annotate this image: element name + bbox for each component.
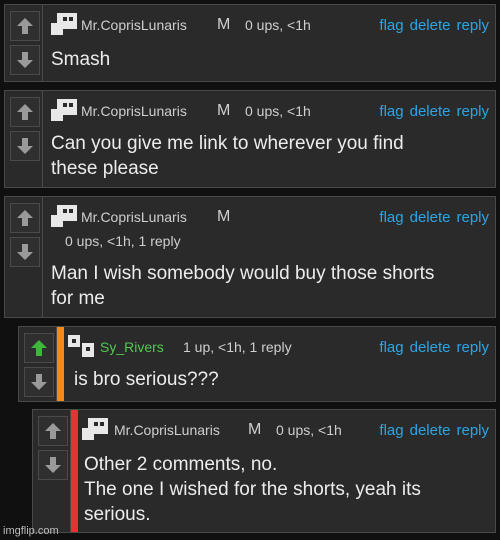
comment-body: Mr.CoprisLunaris M 0 ups, <1h flag delete… (43, 5, 495, 81)
comment: Mr.CoprisLunaris M 0 ups, <1h, 1 reply f… (4, 196, 496, 318)
delete-link[interactable]: delete (410, 17, 451, 34)
comment: Mr.CoprisLunaris M 0 ups, <1h flag delete… (4, 4, 496, 82)
upvote-button[interactable] (38, 416, 68, 446)
mod-badge: M (248, 421, 262, 438)
upvote-button[interactable] (10, 11, 40, 41)
delete-link[interactable]: delete (410, 422, 451, 439)
comment-meta: 0 ups, <1h (245, 103, 311, 119)
username-link[interactable]: Mr.CoprisLunaris (114, 422, 220, 438)
comment-reply: Mr.CoprisLunaris M 0 ups, <1h flag delete… (32, 409, 496, 533)
downvote-button[interactable] (10, 131, 40, 161)
watermark: imgflip.com (3, 525, 59, 537)
reply-link[interactable]: reply (456, 103, 489, 120)
pixel-avatar-icon[interactable] (51, 13, 77, 35)
comment-actions: flag delete reply (373, 103, 489, 120)
arrow-down-icon (17, 52, 33, 68)
comment: Mr.CoprisLunaris M 0 ups, <1h flag delete… (4, 90, 496, 188)
mod-badge: M (217, 208, 231, 225)
reply-link[interactable]: reply (456, 422, 489, 439)
arrow-down-icon (45, 457, 61, 473)
upvote-button[interactable] (24, 333, 54, 363)
delete-link[interactable]: delete (410, 339, 451, 356)
username-link[interactable]: Mr.CoprisLunaris (81, 17, 187, 33)
comment-text: Man I wish somebody would buy those shor… (51, 263, 435, 309)
comment-body: Mr.CoprisLunaris M 0 ups, <1h flag delete… (43, 91, 495, 187)
comment-body: Sy_Rivers 1 up, <1h, 1 reply flag delete r… (64, 327, 495, 401)
downvote-button[interactable] (38, 450, 68, 480)
vote-column (5, 5, 43, 81)
comment-body: Mr.CoprisLunaris M 0 ups, <1h flag delete… (78, 410, 495, 532)
arrow-up-icon (17, 210, 33, 226)
upvote-button[interactable] (10, 203, 40, 233)
flag-link[interactable]: flag (379, 209, 403, 226)
reply-link[interactable]: reply (456, 339, 489, 356)
username-link[interactable]: Mr.CoprisLunaris (81, 103, 187, 119)
comment-text: is bro serious??? (74, 369, 219, 390)
arrow-down-icon (17, 138, 33, 154)
downvote-button[interactable] (24, 367, 54, 397)
reply-link[interactable]: reply (456, 209, 489, 226)
arrow-up-icon (17, 18, 33, 34)
username-link[interactable]: Sy_Rivers (100, 339, 164, 355)
comment-text: Other 2 comments, no. The one I wished f… (84, 454, 421, 525)
comment-actions: flag delete reply (373, 209, 489, 226)
flag-link[interactable]: flag (379, 422, 403, 439)
flag-link[interactable]: flag (379, 103, 403, 120)
flag-link[interactable]: flag (379, 17, 403, 34)
comment-actions: flag delete reply (373, 17, 489, 34)
pixel-avatar-icon[interactable] (68, 335, 94, 357)
reply-link[interactable]: reply (456, 17, 489, 34)
pixel-avatar-icon[interactable] (51, 205, 77, 227)
delete-link[interactable]: delete (410, 209, 451, 226)
comment-meta: 1 up, <1h, 1 reply (183, 339, 292, 355)
comment-meta: 0 ups, <1h (276, 422, 342, 438)
comment-meta: 0 ups, <1h, 1 reply (65, 233, 181, 249)
mod-badge: M (217, 102, 231, 119)
vote-column (19, 327, 57, 401)
comment-body: Mr.CoprisLunaris M 0 ups, <1h, 1 reply f… (43, 197, 495, 317)
arrow-down-icon (31, 374, 47, 390)
pixel-avatar-icon[interactable] (82, 418, 108, 440)
vote-column (33, 410, 71, 532)
comment-actions: flag delete reply (373, 422, 489, 439)
vote-column (5, 91, 43, 187)
delete-link[interactable]: delete (410, 103, 451, 120)
upvote-button[interactable] (10, 97, 40, 127)
username-link[interactable]: Mr.CoprisLunaris (81, 209, 187, 225)
comment-text: Smash (51, 49, 111, 70)
comment-text: Can you give me link to wherever you fin… (51, 133, 404, 179)
pixel-avatar-icon[interactable] (51, 99, 77, 121)
arrow-up-icon (17, 104, 33, 120)
arrow-up-icon (31, 340, 47, 356)
comment-meta: 0 ups, <1h (245, 17, 311, 33)
downvote-button[interactable] (10, 45, 40, 75)
flag-link[interactable]: flag (379, 339, 403, 356)
downvote-button[interactable] (10, 237, 40, 267)
vote-column (5, 197, 43, 317)
comment-actions: flag delete reply (373, 339, 489, 356)
arrow-up-icon (45, 423, 61, 439)
reply-depth-stripe (57, 327, 64, 401)
arrow-down-icon (17, 244, 33, 260)
comment-reply: Sy_Rivers 1 up, <1h, 1 reply flag delete r… (18, 326, 496, 402)
reply-depth-stripe (71, 410, 78, 532)
mod-badge: M (217, 16, 231, 33)
